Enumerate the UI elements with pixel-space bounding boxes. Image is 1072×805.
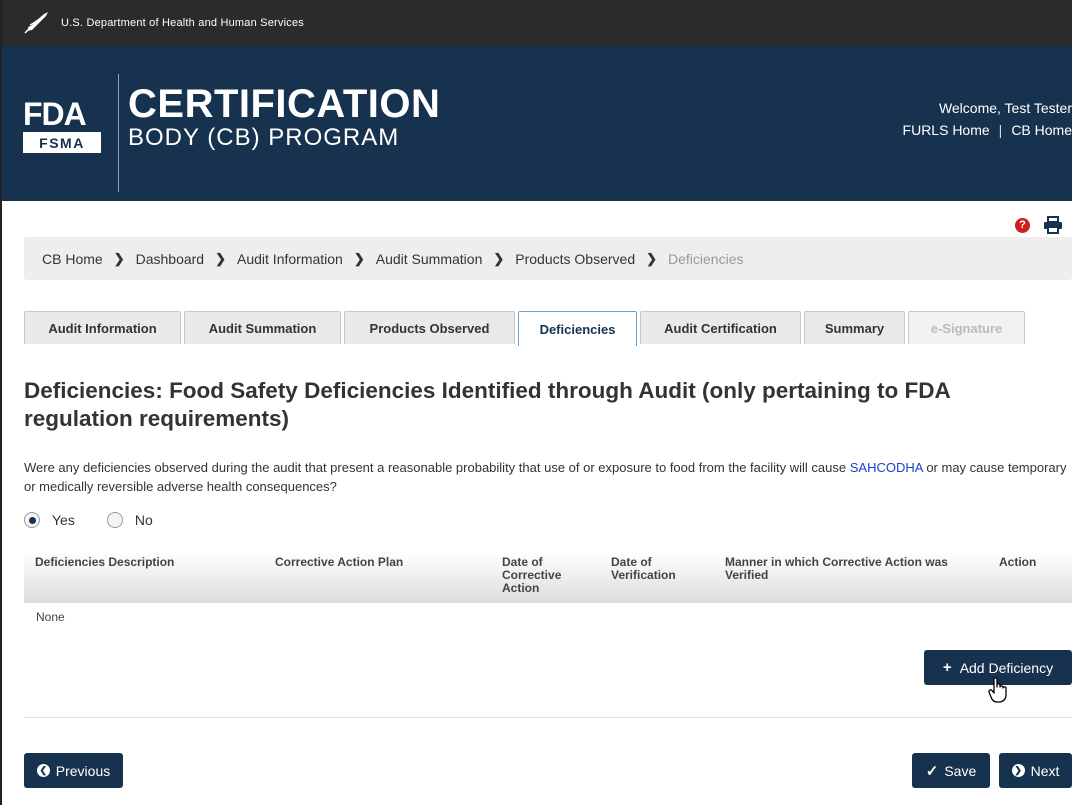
deficiency-question: Were any deficiencies observed during th… (24, 458, 1072, 496)
breadcrumb-cb-home[interactable]: CB Home (42, 251, 103, 267)
tab-audit-certification[interactable]: Audit Certification (640, 311, 801, 344)
hhs-title: U.S. Department of Health and Human Serv… (61, 17, 304, 29)
section-divider (24, 717, 1072, 718)
chevron-left-icon: ❮ (36, 764, 50, 777)
radio-no-label: No (134, 512, 153, 528)
tab-audit-summation[interactable]: Audit Summation (184, 311, 341, 344)
hand-cursor-icon (988, 677, 1007, 703)
chevron-right-icon: ❯ (113, 250, 125, 266)
tab-deficiencies[interactable]: Deficiencies (518, 311, 637, 346)
col-manner-verified: Manner in which Corrective Action was Ve… (725, 555, 948, 582)
save-label: Save (944, 762, 977, 779)
furls-home-link[interactable]: FURLS Home (903, 122, 990, 138)
check-icon: ✓ (925, 762, 939, 780)
previous-label: Previous (55, 762, 111, 779)
fda-fsma-logo: FDA FSMA (23, 96, 101, 153)
radio-no[interactable] (106, 512, 123, 528)
chevron-right-icon: ❯ (1011, 764, 1025, 777)
question-text-start: Were any deficiencies observed during th… (24, 460, 850, 475)
logo-divider (118, 74, 119, 192)
cb-home-link[interactable]: CB Home (1011, 122, 1072, 138)
col-deficiencies-description: Deficiencies Description (35, 555, 175, 569)
col-action: Action (999, 555, 1037, 569)
page-title: Deficiencies: Food Safety Deficiencies I… (24, 378, 950, 431)
tab-products-observed[interactable]: Products Observed (344, 311, 515, 344)
chevron-right-icon: ❯ (646, 250, 658, 266)
table-empty-text: None (36, 610, 65, 624)
chevron-right-icon: ❯ (353, 250, 365, 266)
tab-audit-information[interactable]: Audit Information (24, 311, 181, 344)
add-deficiency-label: Add Deficiency (959, 659, 1054, 676)
previous-button[interactable]: ❮ Previous (24, 753, 123, 788)
next-label: Next (1030, 762, 1060, 779)
print-icon[interactable] (1043, 216, 1063, 234)
radio-yes[interactable] (24, 512, 40, 528)
plus-icon: + (942, 659, 952, 676)
link-separator: | (998, 122, 1003, 138)
program-title: CERTIFICATION (128, 82, 441, 126)
deficiency-radio-group: Yes No (24, 512, 185, 528)
breadcrumb-deficiencies: Deficiencies (668, 250, 744, 267)
col-corrective-action-plan: Corrective Action Plan (275, 555, 404, 569)
hhs-header: U.S. Department of Health and Human Serv… (2, 0, 1072, 46)
fsma-logo-text: FSMA (39, 135, 85, 151)
chevron-right-icon: ❯ (215, 250, 226, 266)
chevron-right-icon: ❯ (493, 250, 505, 266)
col-date-of-corrective-action: Date of Corrective Action (502, 555, 562, 595)
hhs-eagle-icon (24, 12, 48, 34)
radio-yes-label: Yes (52, 512, 75, 528)
breadcrumb-audit-information[interactable]: Audit Information (237, 251, 343, 267)
tab-summary[interactable]: Summary (804, 311, 905, 344)
welcome-text: Welcome, Test Tester (938, 100, 1072, 116)
page-frame: U.S. Department of Health and Human Serv… (0, 0, 1072, 805)
help-icon[interactable]: ? (1015, 218, 1030, 233)
sahcodha-link[interactable]: SAHCODHA (850, 460, 923, 475)
col-date-of-verification: Date of Verification (611, 555, 676, 582)
breadcrumb-audit-summation[interactable]: Audit Summation (376, 251, 483, 267)
breadcrumb: CB Home ❯ Dashboard ❯ Audit Information … (24, 237, 1072, 280)
deficiencies-table-header: Deficiencies Description Corrective Acti… (24, 552, 1072, 603)
tab-e-signature: e-Signature (908, 311, 1025, 344)
breadcrumb-dashboard[interactable]: Dashboard (136, 251, 205, 267)
top-links: FURLS Home | CB Home (903, 122, 1072, 138)
next-button[interactable]: ❯ Next (999, 753, 1072, 788)
save-button[interactable]: ✓ Save (912, 753, 990, 788)
fda-logo-text: FDA (23, 96, 87, 132)
program-banner: FDA FSMA CERTIFICATION BODY (CB) PROGRAM… (2, 46, 1072, 201)
step-tabs: Audit Information Audit Summation Produc… (24, 311, 1028, 346)
breadcrumb-products-observed[interactable]: Products Observed (515, 251, 635, 267)
program-subtitle: BODY (CB) PROGRAM (128, 124, 400, 151)
